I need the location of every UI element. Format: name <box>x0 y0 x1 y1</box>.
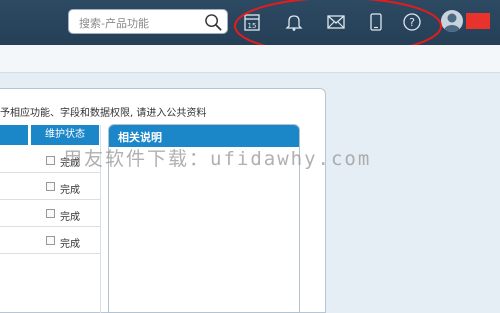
status-label: 完成 <box>60 239 80 250</box>
calendar-icon[interactable]: 15 <box>242 12 262 32</box>
search-box[interactable]: 搜索-产品功能 <box>68 9 228 34</box>
user-silhouette-icon <box>444 13 460 32</box>
status-checkbox[interactable] <box>46 156 55 165</box>
status-column-header: 维护状态 <box>31 125 99 145</box>
status-checkbox[interactable] <box>46 236 55 245</box>
help-icon[interactable]: ? <box>402 12 422 32</box>
column-header-left <box>0 125 28 145</box>
search-icon[interactable] <box>204 13 223 32</box>
help-icon-label: ? <box>409 16 415 29</box>
toolbar-strip <box>0 45 500 73</box>
row-divider <box>0 199 100 200</box>
status-checkbox[interactable] <box>46 209 55 218</box>
search-input[interactable]: 搜索-产品功能 <box>79 15 149 31</box>
user-name-badge[interactable] <box>466 13 490 29</box>
status-checkbox[interactable] <box>46 182 55 191</box>
status-label: 完成 <box>60 185 80 196</box>
related-info-title: 相关说明 <box>118 131 162 144</box>
calendar-date-label: 15 <box>248 22 257 30</box>
row-divider <box>0 172 100 173</box>
bell-icon[interactable] <box>284 12 304 32</box>
row-divider <box>0 226 100 227</box>
avatar[interactable] <box>441 10 463 32</box>
row-divider <box>0 253 100 254</box>
status-label: 完成 <box>60 212 80 223</box>
mobile-icon[interactable] <box>366 12 386 32</box>
mail-icon[interactable] <box>326 12 346 32</box>
permission-notice: 予相应功能、字段和数据权限, 请进入公共资料 <box>0 108 207 119</box>
top-bar: 搜索-产品功能 15 ? <box>0 0 500 45</box>
watermark: 用友软件下载：ufidawhy.com <box>63 148 372 170</box>
